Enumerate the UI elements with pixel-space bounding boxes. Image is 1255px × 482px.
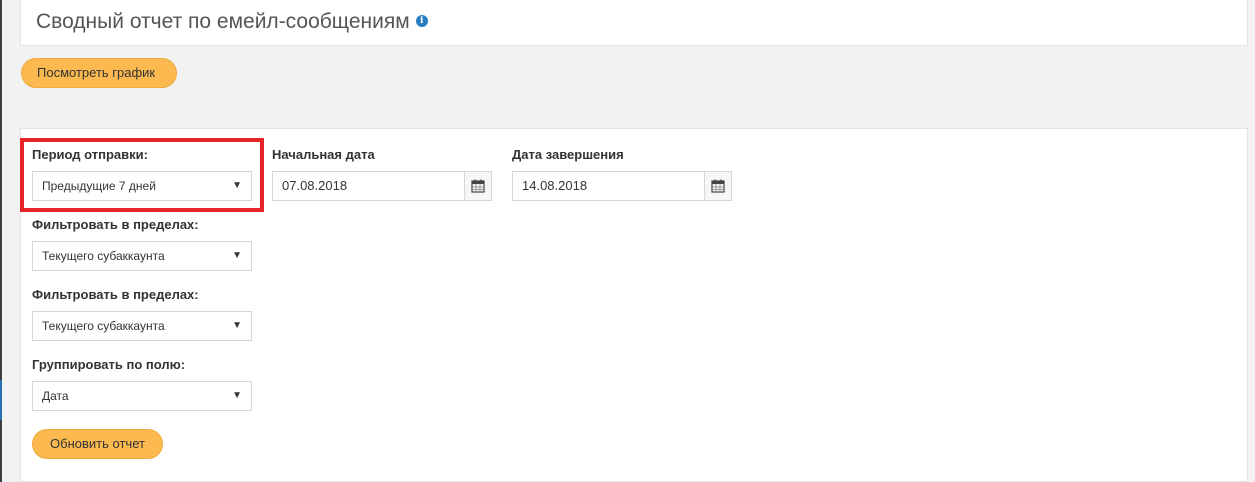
filter-within-select-value: Текущего субаккаунта	[42, 319, 165, 333]
title-panel: Сводный отчет по емейл-сообщениям i	[20, 0, 1248, 46]
filter-within-select[interactable]: Текущего субаккаунта ▼	[32, 241, 252, 271]
app-frame: Сводный отчет по емейл-сообщениям i Посмо…	[0, 0, 1255, 482]
end-date-label: Дата завершения	[512, 147, 624, 162]
group-by-select-value: Дата	[42, 389, 69, 403]
refresh-report-button[interactable]: Обновить отчет	[32, 429, 163, 459]
period-select-value: Предыдущие 7 дней	[42, 179, 156, 193]
page-title-text: Сводный отчет по емейл-сообщениям	[36, 10, 410, 33]
start-date-label: Начальная дата	[272, 147, 375, 162]
period-label: Период отправки:	[32, 147, 148, 162]
left-edge-accent	[0, 380, 2, 420]
chevron-down-icon: ▼	[232, 390, 242, 401]
chevron-down-icon: ▼	[232, 320, 242, 331]
start-date-input[interactable]: 07.08.2018	[272, 171, 492, 201]
chevron-down-icon: ▼	[232, 180, 242, 191]
end-date-input[interactable]: 14.08.2018	[512, 171, 732, 201]
chevron-down-icon: ▼	[232, 250, 242, 261]
start-date-value: 07.08.2018	[282, 178, 348, 193]
filter-within-select-value: Текущего субаккаунта	[42, 249, 165, 263]
period-select[interactable]: Предыдущие 7 дней ▼	[32, 171, 252, 201]
end-date-value: 14.08.2018	[522, 178, 588, 193]
view-chart-button[interactable]: Посмотреть график	[21, 58, 177, 88]
calendar-icon[interactable]	[464, 172, 491, 200]
filter-within-label: Фильтровать в пределах:	[32, 287, 199, 302]
filter-within-label: Фильтровать в пределах:	[32, 217, 199, 232]
group-by-label: Группировать по полю:	[32, 357, 186, 372]
filter-within-select[interactable]: Текущего субаккаунта ▼	[32, 311, 252, 341]
filter-panel: Период отправки: Предыдущие 7 дней ▼ Нач…	[20, 128, 1248, 482]
group-by-select[interactable]: Дата ▼	[32, 381, 252, 411]
page-title: Сводный отчет по емейл-сообщениям i	[36, 8, 428, 36]
info-icon[interactable]: i	[415, 15, 428, 28]
calendar-icon[interactable]	[704, 172, 731, 200]
